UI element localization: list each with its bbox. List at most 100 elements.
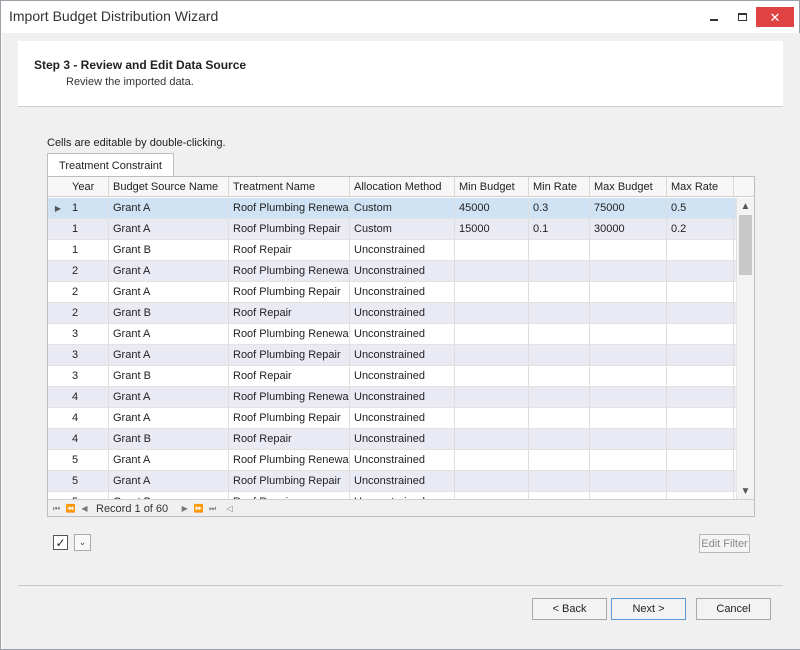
cell-max-budget[interactable]: 75000 xyxy=(590,198,667,218)
scroll-left-icon[interactable]: ◁ xyxy=(224,504,235,513)
cell-allocation-method[interactable]: Unconstrained xyxy=(350,387,455,407)
cell-budget-source-name[interactable]: Grant A xyxy=(109,282,229,302)
cell-budget-source-name[interactable]: Grant B xyxy=(109,492,229,499)
table-row[interactable]: 2 Grant A Roof Plumbing Repair Unconstraine… xyxy=(48,282,736,303)
cell-min-budget[interactable]: 45000 xyxy=(455,198,529,218)
cell-budget-source-name[interactable]: Grant A xyxy=(109,387,229,407)
table-row[interactable]: 3 Grant A Roof Plumbing Repair Unconstraine… xyxy=(48,345,736,366)
cell-allocation-method[interactable]: Unconstrained xyxy=(350,429,455,449)
cell-year[interactable]: 2 xyxy=(68,261,109,281)
cell-treatment-name[interactable]: Roof Plumbing Repair xyxy=(229,471,350,491)
cell-min-rate[interactable] xyxy=(529,240,590,260)
table-row[interactable]: 2 Grant A Roof Plumbing Renewal Unconstrain… xyxy=(48,261,736,282)
cell-allocation-method[interactable]: Unconstrained xyxy=(350,345,455,365)
filter-dropdown-button[interactable]: ⌄ xyxy=(74,534,91,551)
cell-year[interactable]: 4 xyxy=(68,429,109,449)
cell-year[interactable]: 1 xyxy=(68,219,109,239)
cell-treatment-name[interactable]: Roof Plumbing Renewal xyxy=(229,450,350,470)
cell-max-rate[interactable] xyxy=(667,261,734,281)
table-row[interactable]: 1 Grant B Roof Repair Unconstrained xyxy=(48,240,736,261)
cell-budget-source-name[interactable]: Grant A xyxy=(109,324,229,344)
column-header-max-budget[interactable]: Max Budget xyxy=(590,177,667,196)
cell-allocation-method[interactable]: Unconstrained xyxy=(350,240,455,260)
cell-year[interactable]: 5 xyxy=(68,471,109,491)
scroll-up-icon[interactable]: ▲ xyxy=(737,198,754,214)
cell-min-budget[interactable] xyxy=(455,240,529,260)
cell-min-budget[interactable] xyxy=(455,366,529,386)
previous-record-icon[interactable]: ◀ xyxy=(79,504,90,513)
cell-min-rate[interactable] xyxy=(529,366,590,386)
cell-treatment-name[interactable]: Roof Repair xyxy=(229,366,350,386)
cell-treatment-name[interactable]: Roof Plumbing Repair xyxy=(229,282,350,302)
cell-year[interactable]: 3 xyxy=(68,324,109,344)
cell-year[interactable]: 5 xyxy=(68,492,109,499)
cell-treatment-name[interactable]: Roof Repair xyxy=(229,429,350,449)
maximize-button[interactable] xyxy=(728,7,756,27)
cell-allocation-method[interactable]: Unconstrained xyxy=(350,303,455,323)
cell-allocation-method[interactable]: Unconstrained xyxy=(350,471,455,491)
cell-min-rate[interactable] xyxy=(529,492,590,499)
vertical-scrollbar[interactable]: ▲ ▼ xyxy=(736,198,754,499)
last-record-icon[interactable]: ⏭ xyxy=(207,504,218,514)
cell-min-budget[interactable] xyxy=(455,324,529,344)
cell-allocation-method[interactable]: Unconstrained xyxy=(350,450,455,470)
cell-year[interactable]: 3 xyxy=(68,345,109,365)
cell-treatment-name[interactable]: Roof Plumbing Repair xyxy=(229,408,350,428)
table-row[interactable]: 4 Grant B Roof Repair Unconstrained xyxy=(48,429,736,450)
cell-min-budget[interactable] xyxy=(455,282,529,302)
edit-filter-button[interactable]: Edit Filter xyxy=(699,534,750,553)
close-button[interactable]: ✕ xyxy=(756,7,794,27)
cell-min-budget[interactable] xyxy=(455,345,529,365)
cell-min-budget[interactable] xyxy=(455,471,529,491)
cell-treatment-name[interactable]: Roof Plumbing Repair xyxy=(229,345,350,365)
cell-allocation-method[interactable]: Unconstrained xyxy=(350,408,455,428)
minimize-button[interactable] xyxy=(700,7,728,27)
cell-budget-source-name[interactable]: Grant B xyxy=(109,429,229,449)
cell-budget-source-name[interactable]: Grant A xyxy=(109,408,229,428)
cell-max-rate[interactable] xyxy=(667,471,734,491)
cell-treatment-name[interactable]: Roof Plumbing Repair xyxy=(229,219,350,239)
cell-min-budget[interactable] xyxy=(455,303,529,323)
cell-allocation-method[interactable]: Unconstrained xyxy=(350,492,455,499)
tab-treatment-constraint[interactable]: Treatment Constraint xyxy=(47,153,174,177)
cell-budget-source-name[interactable]: Grant A xyxy=(109,219,229,239)
table-row[interactable]: 5 Grant A Roof Plumbing Repair Unconstraine… xyxy=(48,471,736,492)
cell-max-budget[interactable] xyxy=(590,450,667,470)
cell-budget-source-name[interactable]: Grant A xyxy=(109,471,229,491)
cell-treatment-name[interactable]: Roof Plumbing Renewal xyxy=(229,324,350,344)
table-row[interactable]: 3 Grant A Roof Plumbing Renewal Unconstrain… xyxy=(48,324,736,345)
cell-min-rate[interactable] xyxy=(529,450,590,470)
cell-max-rate[interactable] xyxy=(667,324,734,344)
cell-budget-source-name[interactable]: Grant B xyxy=(109,303,229,323)
cell-max-rate[interactable] xyxy=(667,345,734,365)
column-header-allocation-method[interactable]: Allocation Method xyxy=(350,177,455,196)
cell-allocation-method[interactable]: Unconstrained xyxy=(350,324,455,344)
table-row[interactable]: 4 Grant A Roof Plumbing Repair Unconstraine… xyxy=(48,408,736,429)
cell-budget-source-name[interactable]: Grant A xyxy=(109,345,229,365)
cell-min-budget[interactable] xyxy=(455,387,529,407)
cell-min-budget[interactable]: 15000 xyxy=(455,219,529,239)
cell-treatment-name[interactable]: Roof Repair xyxy=(229,240,350,260)
back-button[interactable]: < Back xyxy=(532,598,607,620)
cell-min-rate[interactable] xyxy=(529,303,590,323)
cell-max-budget[interactable]: 30000 xyxy=(590,219,667,239)
next-page-icon[interactable]: ⏩ xyxy=(193,504,204,513)
scroll-down-icon[interactable]: ▼ xyxy=(737,483,754,499)
cell-treatment-name[interactable]: Roof Plumbing Renewal xyxy=(229,387,350,407)
cell-treatment-name[interactable]: Roof Plumbing Renewal xyxy=(229,261,350,281)
cell-max-rate[interactable] xyxy=(667,303,734,323)
cell-year[interactable]: 5 xyxy=(68,450,109,470)
column-header-min-rate[interactable]: Min Rate xyxy=(529,177,590,196)
cell-year[interactable]: 1 xyxy=(68,198,109,218)
cell-max-budget[interactable] xyxy=(590,282,667,302)
cell-budget-source-name[interactable]: Grant B xyxy=(109,240,229,260)
cell-allocation-method[interactable]: Unconstrained xyxy=(350,366,455,386)
cell-max-rate[interactable] xyxy=(667,408,734,428)
cell-max-budget[interactable] xyxy=(590,303,667,323)
cell-max-rate[interactable] xyxy=(667,282,734,302)
cell-min-rate[interactable] xyxy=(529,282,590,302)
cell-budget-source-name[interactable]: Grant A xyxy=(109,261,229,281)
column-header-min-budget[interactable]: Min Budget xyxy=(455,177,529,196)
cell-max-budget[interactable] xyxy=(590,429,667,449)
cell-max-rate[interactable] xyxy=(667,429,734,449)
